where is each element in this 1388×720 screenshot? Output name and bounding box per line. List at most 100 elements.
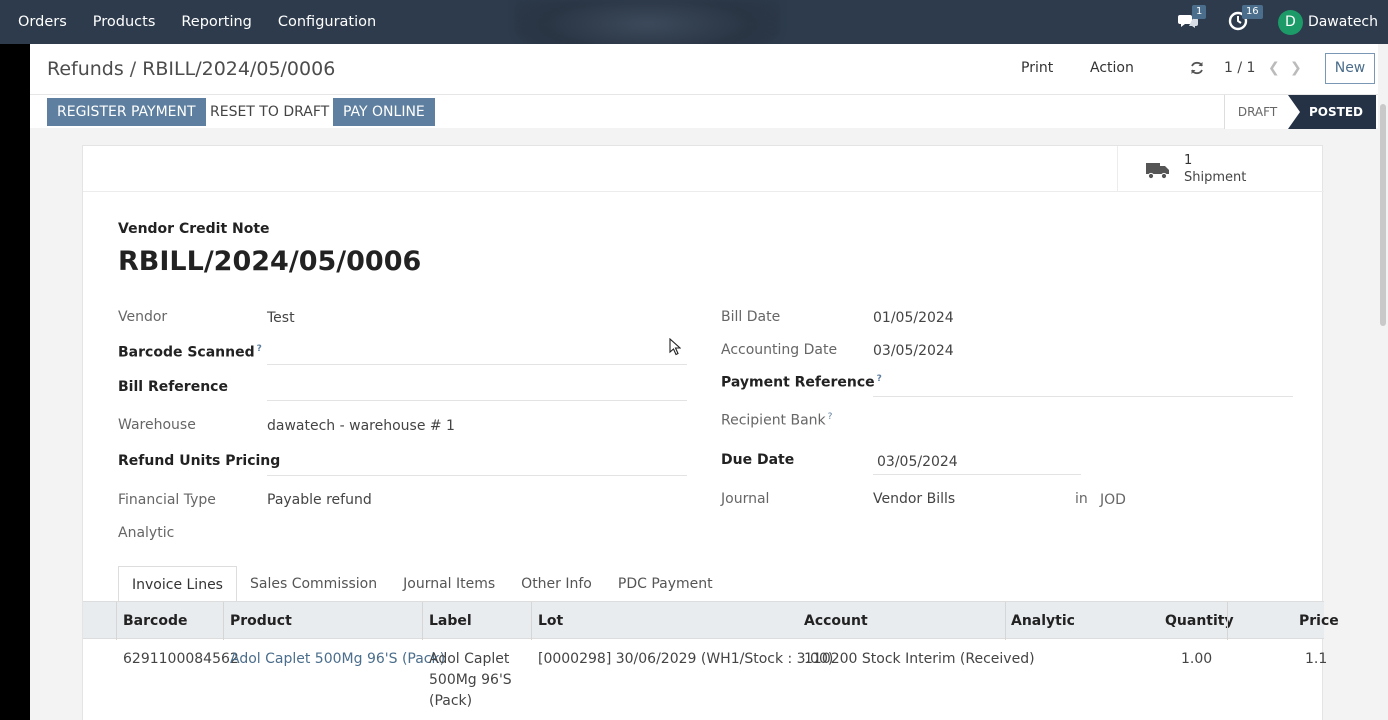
row-product[interactable]: Adol Caplet 500Mg 96'S (Pack)	[230, 649, 445, 670]
help-icon[interactable]: ?	[257, 344, 262, 354]
vendor-field[interactable]: Test	[267, 310, 295, 326]
recipient-bank-label-text: Recipient Bank	[721, 412, 826, 429]
help-icon[interactable]: ?	[828, 412, 833, 422]
button-box: 1 Shipment	[83, 146, 1324, 192]
action-button[interactable]: Action	[1090, 60, 1134, 76]
due-date-field[interactable]: 03/05/2024	[877, 454, 958, 470]
row-quantity: 1.00	[1181, 651, 1213, 667]
bill-reference-field[interactable]	[267, 400, 687, 401]
payment-reference-label-text: Payment Reference	[721, 374, 875, 391]
accounting-date-field[interactable]: 03/05/2024	[873, 343, 954, 359]
breadcrumb-refunds[interactable]: Refunds	[47, 58, 124, 80]
due-date-underline	[873, 474, 1081, 475]
refresh-icon[interactable]	[1190, 61, 1204, 75]
table-row[interactable]: 6291100084562 Adol Caplet 500Mg 96'S (Pa…	[83, 639, 1328, 719]
column-account[interactable]: Account	[804, 602, 868, 640]
column-divider	[223, 602, 224, 640]
chevron-right-icon: ❯	[1290, 60, 1302, 76]
row-label-line: Adol Caplet	[429, 651, 510, 667]
column-price[interactable]: Price	[1299, 602, 1339, 640]
bill-reference-label: Bill Reference	[118, 379, 228, 395]
row-label-line: 500Mg 96'S	[429, 672, 512, 688]
state-posted: POSTED	[1288, 95, 1376, 129]
shipment-label: Shipment	[1184, 170, 1247, 185]
column-divider	[1005, 602, 1006, 640]
warehouse-field[interactable]: dawatech - warehouse # 1	[267, 418, 455, 434]
shipment-smart-button[interactable]: 1 Shipment	[1117, 146, 1324, 192]
payment-reference-label: Payment Reference?	[721, 374, 882, 391]
top-navbar: Orders Products Reporting Configuration …	[0, 0, 1388, 60]
main-menu: Orders Products Reporting Configuration	[0, 0, 389, 44]
print-label: Print	[1021, 60, 1054, 76]
column-analytic[interactable]: Analytic	[1011, 602, 1075, 640]
user-menu[interactable]: Dawatech	[1308, 14, 1378, 30]
control-panel: Refunds / RBILL/2024/05/0006 Print Action …	[30, 44, 1388, 129]
column-barcode[interactable]: Barcode	[123, 602, 187, 640]
menu-configuration[interactable]: Configuration	[265, 0, 389, 44]
tab-other-info[interactable]: Other Info	[508, 566, 605, 602]
payment-reference-field[interactable]	[873, 396, 1293, 397]
scrollbar-thumb[interactable]	[1380, 104, 1386, 326]
menu-products[interactable]: Products	[80, 0, 169, 44]
pager-next-button[interactable]: ❯	[1290, 60, 1302, 76]
column-product[interactable]: Product	[230, 602, 292, 640]
financial-type-field[interactable]: Payable refund	[267, 492, 372, 508]
pager-previous-button[interactable]: ❮	[1268, 60, 1280, 76]
activity-button[interactable]: 16	[1228, 5, 1263, 33]
breadcrumb-separator: /	[129, 58, 137, 80]
analytic-label: Analytic	[118, 525, 175, 541]
column-quantity[interactable]: Quantity	[1165, 602, 1234, 640]
pager-value: 1 / 1	[1224, 60, 1256, 76]
barcode-scanned-field[interactable]	[267, 364, 687, 365]
activity-count-badge: 16	[1241, 5, 1263, 19]
financial-type-label: Financial Type	[118, 492, 216, 508]
new-button[interactable]: New	[1325, 53, 1375, 84]
menu-reporting[interactable]: Reporting	[168, 0, 265, 44]
reset-to-draft-button[interactable]: RESET TO DRAFT	[200, 98, 339, 126]
column-divider	[116, 602, 117, 640]
tab-invoice-lines[interactable]: Invoice Lines	[118, 566, 237, 602]
column-lot[interactable]: Lot	[538, 602, 563, 640]
status-bar: REGISTER PAYMENT RESET TO DRAFT PAY ONLI…	[30, 94, 1388, 129]
document-name: RBILL/2024/05/0006	[118, 246, 422, 277]
tab-pdc-payment[interactable]: PDC Payment	[605, 566, 726, 602]
warehouse-label: Warehouse	[118, 417, 196, 433]
breadcrumb: Refunds / RBILL/2024/05/0006	[47, 58, 335, 80]
notebook-tabs: Invoice Lines Sales Commission Journal I…	[118, 566, 726, 602]
breadcrumb-current: RBILL/2024/05/0006	[142, 58, 336, 80]
avatar[interactable]: D	[1277, 9, 1303, 35]
form-sheet: 1 Shipment Vendor Credit Note RBILL/2024…	[82, 145, 1339, 720]
journal-field[interactable]: Vendor Bills	[873, 491, 955, 507]
column-label[interactable]: Label	[429, 602, 472, 640]
refund-units-pricing-label: Refund Units Pricing	[118, 453, 281, 469]
print-button[interactable]: Print	[1021, 60, 1053, 76]
row-label-line: (Pack)	[429, 693, 473, 709]
pay-online-button[interactable]: PAY ONLINE	[333, 98, 435, 126]
refund-units-pricing-field[interactable]	[267, 475, 687, 476]
tab-sales-commission[interactable]: Sales Commission	[237, 566, 390, 602]
journal-in-label: in	[1075, 491, 1088, 507]
register-payment-button[interactable]: REGISTER PAYMENT	[47, 98, 206, 126]
table-header: Barcode Product Label Lot Account Analyt…	[83, 601, 1339, 640]
vendor-label: Vendor	[118, 309, 168, 325]
help-icon[interactable]: ?	[877, 374, 882, 384]
messages-count-badge: 1	[1191, 5, 1207, 19]
mouse-cursor-icon	[669, 338, 681, 356]
row-account: 110200 Stock Interim (Received)	[804, 651, 1035, 667]
shipment-count: 1	[1184, 153, 1193, 168]
page-scrollbar[interactable]	[1378, 44, 1388, 720]
action-label: Action	[1090, 60, 1134, 76]
row-barcode: 6291100084562	[123, 651, 239, 667]
truck-icon	[1146, 163, 1169, 180]
currency-field[interactable]: JOD	[1100, 492, 1126, 508]
due-date-label: Due Date	[721, 452, 795, 468]
state-draft[interactable]: DRAFT	[1224, 95, 1290, 129]
bill-date-field[interactable]: 01/05/2024	[873, 310, 954, 326]
messages-button[interactable]: 1	[1177, 5, 1207, 33]
tab-journal-items[interactable]: Journal Items	[390, 566, 508, 602]
menu-orders[interactable]: Orders	[0, 0, 80, 44]
recipient-bank-label: Recipient Bank?	[721, 412, 832, 429]
invoice-lines-table: Barcode Product Label Lot Account Analyt…	[83, 601, 1339, 719]
row-lot: [0000298] 30/06/2029 (WH1/Stock : 3.00)	[538, 651, 834, 667]
row-price: 1.1	[1305, 651, 1328, 667]
